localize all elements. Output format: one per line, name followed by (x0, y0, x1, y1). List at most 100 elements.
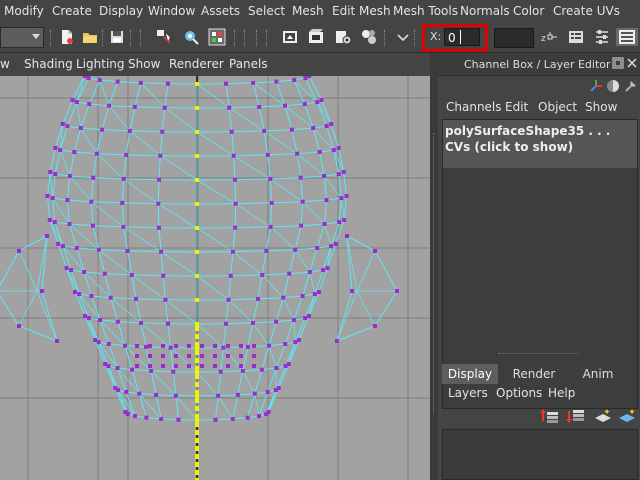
mesh-vertex (158, 153, 163, 158)
mesh-vertex (239, 364, 243, 368)
mesh-vertex (226, 364, 230, 368)
mesh-edge (175, 395, 198, 421)
viewport-menu-show[interactable]: Show (128, 57, 160, 71)
mesh-edge (131, 274, 166, 301)
mesh-vertex (176, 417, 181, 422)
viewport-menu-renderer[interactable]: Renderer (169, 57, 224, 71)
axis-icon[interactable] (588, 78, 604, 94)
mesh-vertex (274, 366, 279, 370)
menu-color[interactable]: Color (513, 4, 544, 18)
mesh-vertex (74, 246, 79, 250)
mesh-edge (288, 341, 296, 365)
panel-splitter[interactable] (498, 353, 578, 356)
mesh-vertex (108, 295, 113, 300)
mesh-vertex (250, 320, 255, 325)
cvs-toggle[interactable]: CVs (click to show) (445, 140, 573, 154)
viewport-menu-shading[interactable]: Shading (24, 57, 73, 71)
transform-mode-icon[interactable] (394, 28, 412, 46)
mesh-vertex (287, 271, 292, 276)
mesh-vertex (195, 106, 199, 110)
layer-menu-help[interactable]: Help (548, 386, 575, 400)
menu-assets[interactable]: Assets (201, 4, 240, 18)
select-by-hierarchy-icon[interactable] (155, 28, 173, 46)
menu-normals[interactable]: Normals (460, 4, 510, 18)
menu-create[interactable]: Create (52, 4, 92, 18)
mesh-edge (36, 235, 48, 292)
mesh-vertex (195, 298, 199, 302)
mesh-vertex (226, 344, 230, 348)
channel-box-toggle-icon[interactable] (616, 28, 638, 46)
layer-menu-options[interactable]: Options (496, 386, 542, 400)
tab-display[interactable]: Display (442, 364, 498, 384)
mesh-vertex (333, 242, 338, 246)
close-icon[interactable] (626, 57, 638, 69)
channel-box-menu-object[interactable]: Object (538, 100, 577, 114)
viewport-menu-view[interactable]: w (0, 57, 10, 71)
render-settings-icon[interactable] (334, 28, 352, 46)
panel-divider[interactable] (430, 53, 438, 480)
open-scene-icon[interactable] (81, 28, 99, 46)
menu-window[interactable]: Window (148, 4, 195, 18)
selected-object-header[interactable]: polySurfaceShape35 . . . CVs (click to s… (443, 120, 637, 168)
y-coordinate-input[interactable] (494, 28, 534, 48)
wireframe-mesh[interactable] (0, 76, 430, 480)
mesh-vertex (233, 225, 238, 230)
mesh-vertex (124, 390, 129, 394)
viewport-menu-lighting[interactable]: Lighting (76, 57, 125, 71)
float-panel-icon[interactable] (612, 57, 624, 69)
mesh-vertex (329, 244, 334, 249)
ipr-render-icon[interactable] (307, 28, 325, 46)
mesh-vertex (224, 81, 229, 86)
relative-transform-icon[interactable]: z (540, 28, 558, 46)
tab-render[interactable]: Render (504, 364, 564, 384)
mesh-vertex (132, 414, 137, 418)
layer-menu-layers[interactable]: Layers (448, 386, 488, 400)
mesh-vertex (89, 199, 94, 204)
mesh-vertex (121, 176, 126, 181)
menu-mesh-tools[interactable]: Mesh Tools (393, 4, 458, 18)
mesh-vertex (116, 388, 121, 393)
render-icon[interactable] (281, 28, 299, 46)
mesh-edge (129, 130, 161, 157)
mesh-edge (254, 393, 260, 417)
move-layer-down-icon[interactable] (565, 407, 585, 425)
mesh-vertex (17, 249, 21, 253)
mesh-edge (252, 322, 270, 346)
layer-list[interactable] (442, 429, 638, 480)
channel-box-menu-edit[interactable]: Edit (505, 100, 528, 114)
move-layer-up-icon[interactable] (539, 407, 559, 425)
menu-display[interactable]: Display (99, 4, 143, 18)
tab-anim[interactable]: Anim (570, 364, 626, 384)
menu-create-uvs[interactable]: Create UVs (553, 4, 620, 18)
save-scene-icon[interactable] (108, 28, 126, 46)
mesh-edge (108, 105, 131, 132)
3d-viewport[interactable] (0, 76, 430, 480)
menu-edit-mesh[interactable]: Edit Mesh (332, 4, 391, 18)
new-layer-icon[interactable] (593, 407, 613, 425)
menu-select[interactable]: Select (248, 4, 285, 18)
hypershade-icon[interactable] (360, 28, 378, 46)
menu-modify[interactable]: Modify (4, 4, 44, 18)
mesh-vertex (252, 354, 256, 358)
select-by-object-icon[interactable] (182, 28, 200, 46)
mesh-vertex (102, 271, 107, 276)
viewport-menu-panels[interactable]: Panels (229, 57, 268, 71)
mesh-vertex (300, 294, 305, 298)
menu-mesh[interactable]: Mesh (292, 4, 324, 18)
mesh-vertex (341, 170, 346, 174)
tool-settings-icon[interactable] (593, 28, 611, 46)
attribute-editor-icon[interactable] (567, 28, 585, 46)
new-layer-from-selection-icon[interactable] (617, 407, 639, 425)
channel-box-menu-show[interactable]: Show (585, 100, 617, 114)
mesh-vertex (107, 103, 112, 108)
pin-icon[interactable] (623, 78, 639, 94)
mesh-vertex (67, 222, 72, 226)
status-line-toolbar: X: 0 z (0, 24, 640, 53)
channel-box-menu-channels[interactable]: Channels (446, 100, 502, 114)
new-scene-icon[interactable] (58, 28, 76, 46)
mesh-vertex (329, 122, 334, 126)
select-by-component-icon[interactable] (208, 28, 226, 46)
half-circle-icon[interactable] (605, 78, 621, 94)
menu-set-dropdown[interactable] (0, 27, 44, 48)
shape-name[interactable]: polySurfaceShape35 . . . (445, 124, 610, 138)
